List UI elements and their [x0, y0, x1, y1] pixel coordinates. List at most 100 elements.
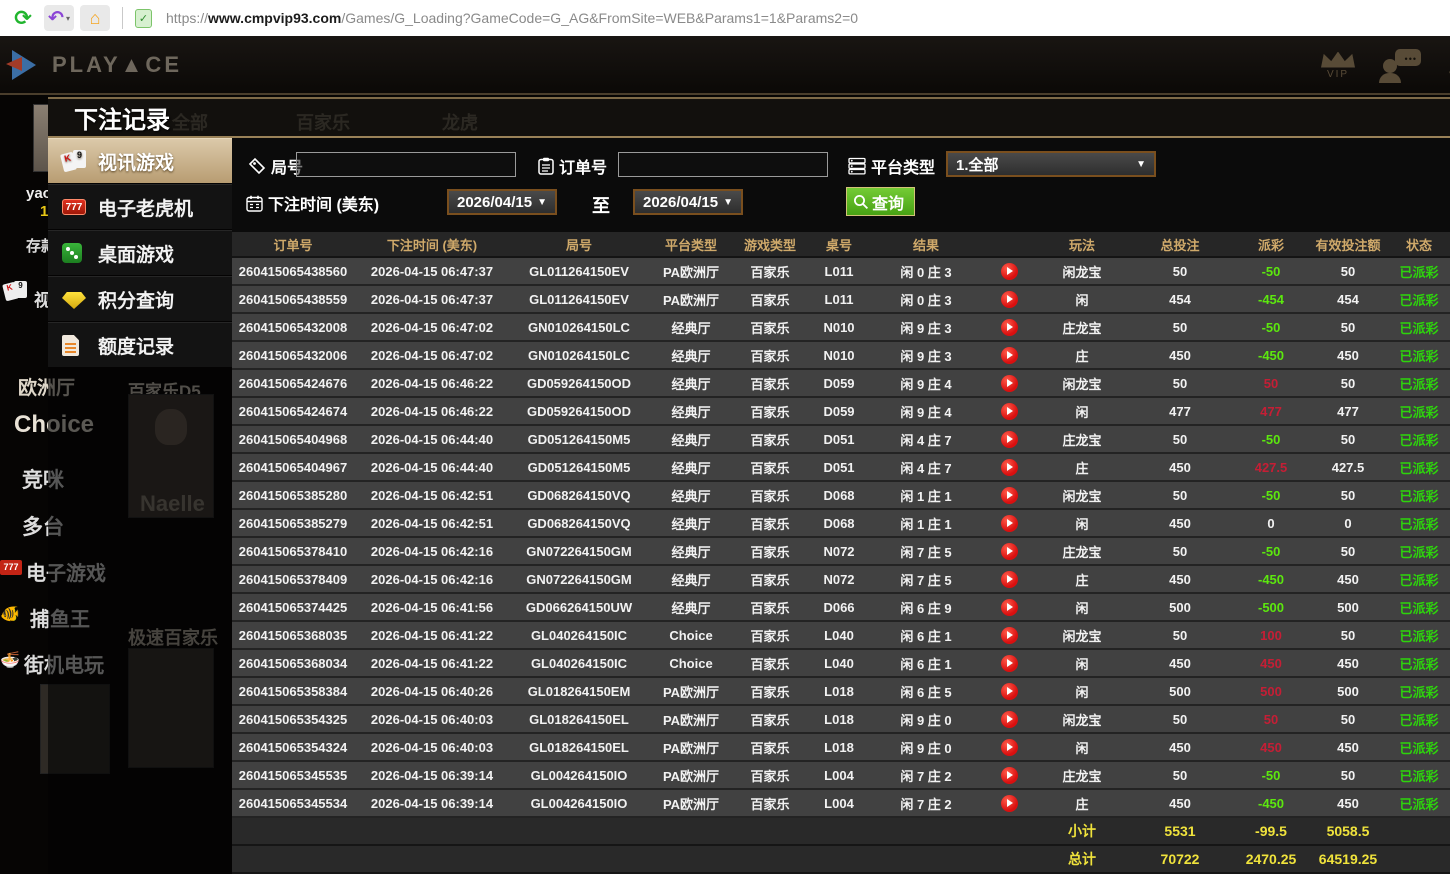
cell-bet-time: 2026-04-15 06:39:14 [370, 795, 494, 811]
date-to-select[interactable]: 2026/04/15 ▼ [633, 189, 743, 215]
cell-order-number: 260415065404968 [238, 431, 348, 447]
cell-status: 已派彩 [1399, 628, 1439, 644]
cell-bet-time: 2026-04-15 06:39:14 [370, 767, 494, 783]
cell-payout: -450 [1257, 347, 1285, 363]
play-video-button[interactable] [1000, 458, 1018, 476]
clipboard-icon [538, 157, 554, 175]
sidebar-item-video-games[interactable]: K9 视讯游戏 [48, 138, 232, 183]
cell-total-bet: 450 [1169, 571, 1191, 587]
cell-result: 闲 7 庄 2 [900, 768, 952, 784]
cell-result: 闲 7 庄 2 [900, 796, 952, 812]
sidebar-item-table-games[interactable]: 桌面游戏 [48, 230, 232, 275]
play-video-button[interactable] [1000, 402, 1018, 420]
cell-valid-bet: 450 [1337, 571, 1359, 587]
round-number-input[interactable] [296, 152, 516, 177]
reload-icon[interactable]: ⟳ [8, 5, 38, 31]
order-number-input[interactable] [618, 152, 828, 177]
cell-payout: -50 [1261, 487, 1281, 503]
play-video-button[interactable] [1000, 682, 1018, 700]
cell-bet-type: 闲龙宝 [1062, 264, 1102, 280]
filters-panel: 局号 订单号 平台类型 1.全部 ▼ 下注时间 (美东) 2026/04/15 … [232, 138, 1450, 232]
table-row: 260415065424676 2026-04-15 06:46:22 GD05… [232, 370, 1450, 398]
play-video-button[interactable] [1000, 346, 1018, 364]
cell-round-number: GN072264150GM [526, 543, 632, 559]
play-video-button[interactable] [1000, 262, 1018, 280]
customer-service-icon[interactable]: ••• [1379, 48, 1421, 83]
cell-result: 闲 6 庄 1 [900, 656, 952, 672]
cell-round-number: GL018264150EM [527, 683, 631, 699]
play-video-button[interactable] [1000, 766, 1018, 784]
cell-valid-bet: 50 [1340, 487, 1356, 503]
cell-bet-time: 2026-04-15 06:44:40 [370, 431, 494, 447]
cell-valid-bet: 477 [1337, 403, 1359, 419]
table-row: 260415065404967 2026-04-15 06:44:40 GD05… [232, 454, 1450, 482]
cell-result: 闲 9 庄 3 [900, 348, 952, 364]
cell-platform: 经典厅 [671, 516, 711, 532]
home-icon[interactable]: ⌂ [80, 5, 110, 31]
back-icon[interactable]: ↶ ▾ [44, 5, 74, 31]
play-video-button[interactable] [1000, 486, 1018, 504]
cell-table-number: D051 [823, 431, 855, 447]
cell-bet-time: 2026-04-15 06:42:16 [370, 543, 494, 559]
sidebar-item-slots[interactable]: 777 电子老虎机 [48, 184, 232, 229]
cell-result: 闲 4 庄 7 [900, 460, 952, 476]
play-video-button[interactable] [1000, 710, 1018, 728]
cell-video [980, 678, 1038, 704]
play-video-button[interactable] [1000, 318, 1018, 336]
back-caret-icon: ▾ [65, 13, 70, 23]
cell-status: 已派彩 [1399, 656, 1439, 672]
platform-type-select[interactable]: 1.全部 ▼ [946, 151, 1156, 177]
cell-platform: Choice [669, 627, 713, 643]
cell-game-type: 百家乐 [750, 460, 790, 476]
slot-777-icon: 777 [0, 560, 22, 575]
address-bar[interactable]: https://www.cmpvip93.com/Games/G_Loading… [166, 10, 858, 26]
sidebar-item-points-query[interactable]: 积分查询 [48, 276, 232, 321]
play-video-button[interactable] [1000, 654, 1018, 672]
cell-order-number: 260415065438560 [238, 263, 348, 279]
play-video-button[interactable] [1000, 570, 1018, 588]
cell-result: 闲 0 庄 3 [900, 264, 952, 280]
date-from-select[interactable]: 2026/04/15 ▼ [447, 189, 557, 215]
col-header-time: 下注时间 (美东) [386, 237, 478, 253]
play-video-button[interactable] [1000, 514, 1018, 532]
cell-round-number: GN010264150LC [528, 319, 630, 335]
play-video-button[interactable] [1000, 374, 1018, 392]
cell-round-number: GL018264150EL [529, 739, 629, 755]
cell-result: 闲 7 庄 5 [900, 544, 952, 560]
cell-payout: 450 [1260, 739, 1282, 755]
cell-game-type: 百家乐 [750, 656, 790, 672]
cell-table-number: L004 [824, 795, 854, 811]
date-to-value: 2026/04/15 [643, 193, 719, 211]
cell-total-bet: 450 [1169, 739, 1191, 755]
cell-status: 已派彩 [1399, 600, 1439, 616]
search-button[interactable]: 查询 [846, 187, 916, 216]
security-shield-icon[interactable]: ✓ [135, 8, 152, 28]
play-video-button[interactable] [1000, 542, 1018, 560]
table-row: 260415065385280 2026-04-15 06:42:51 GD06… [232, 482, 1450, 510]
cell-video [980, 454, 1038, 480]
cell-bet-time: 2026-04-15 06:44:40 [370, 459, 494, 475]
cell-valid-bet: 50 [1340, 375, 1356, 391]
play-video-button[interactable] [1000, 290, 1018, 308]
cell-game-type: 百家乐 [750, 572, 790, 588]
cell-order-number: 260415065438559 [238, 291, 348, 307]
play-video-button[interactable] [1000, 738, 1018, 756]
sidebar-item-quota-records[interactable]: 额度记录 [48, 322, 232, 367]
cell-valid-bet: 450 [1337, 739, 1359, 755]
cell-game-type: 百家乐 [750, 516, 790, 532]
cell-bet-type: 庄龙宝 [1062, 544, 1102, 560]
play-video-button[interactable] [1000, 430, 1018, 448]
play-video-button[interactable] [1000, 626, 1018, 644]
table-row: 260415065424674 2026-04-15 06:46:22 GD05… [232, 398, 1450, 426]
cell-video [980, 594, 1038, 620]
play-video-button[interactable] [1000, 794, 1018, 812]
vip-button[interactable]: VIP [1321, 51, 1355, 80]
cell-round-number: GN010264150LC [528, 347, 630, 363]
cell-total-bet: 450 [1169, 655, 1191, 671]
cell-table-number: L018 [824, 739, 854, 755]
cell-bet-type: 闲 [1075, 292, 1089, 308]
cell-order-number: 260415065385279 [238, 515, 348, 531]
cell-round-number: GD051264150M5 [527, 459, 631, 475]
play-video-button[interactable] [1000, 598, 1018, 616]
cell-payout: -50 [1261, 319, 1281, 335]
